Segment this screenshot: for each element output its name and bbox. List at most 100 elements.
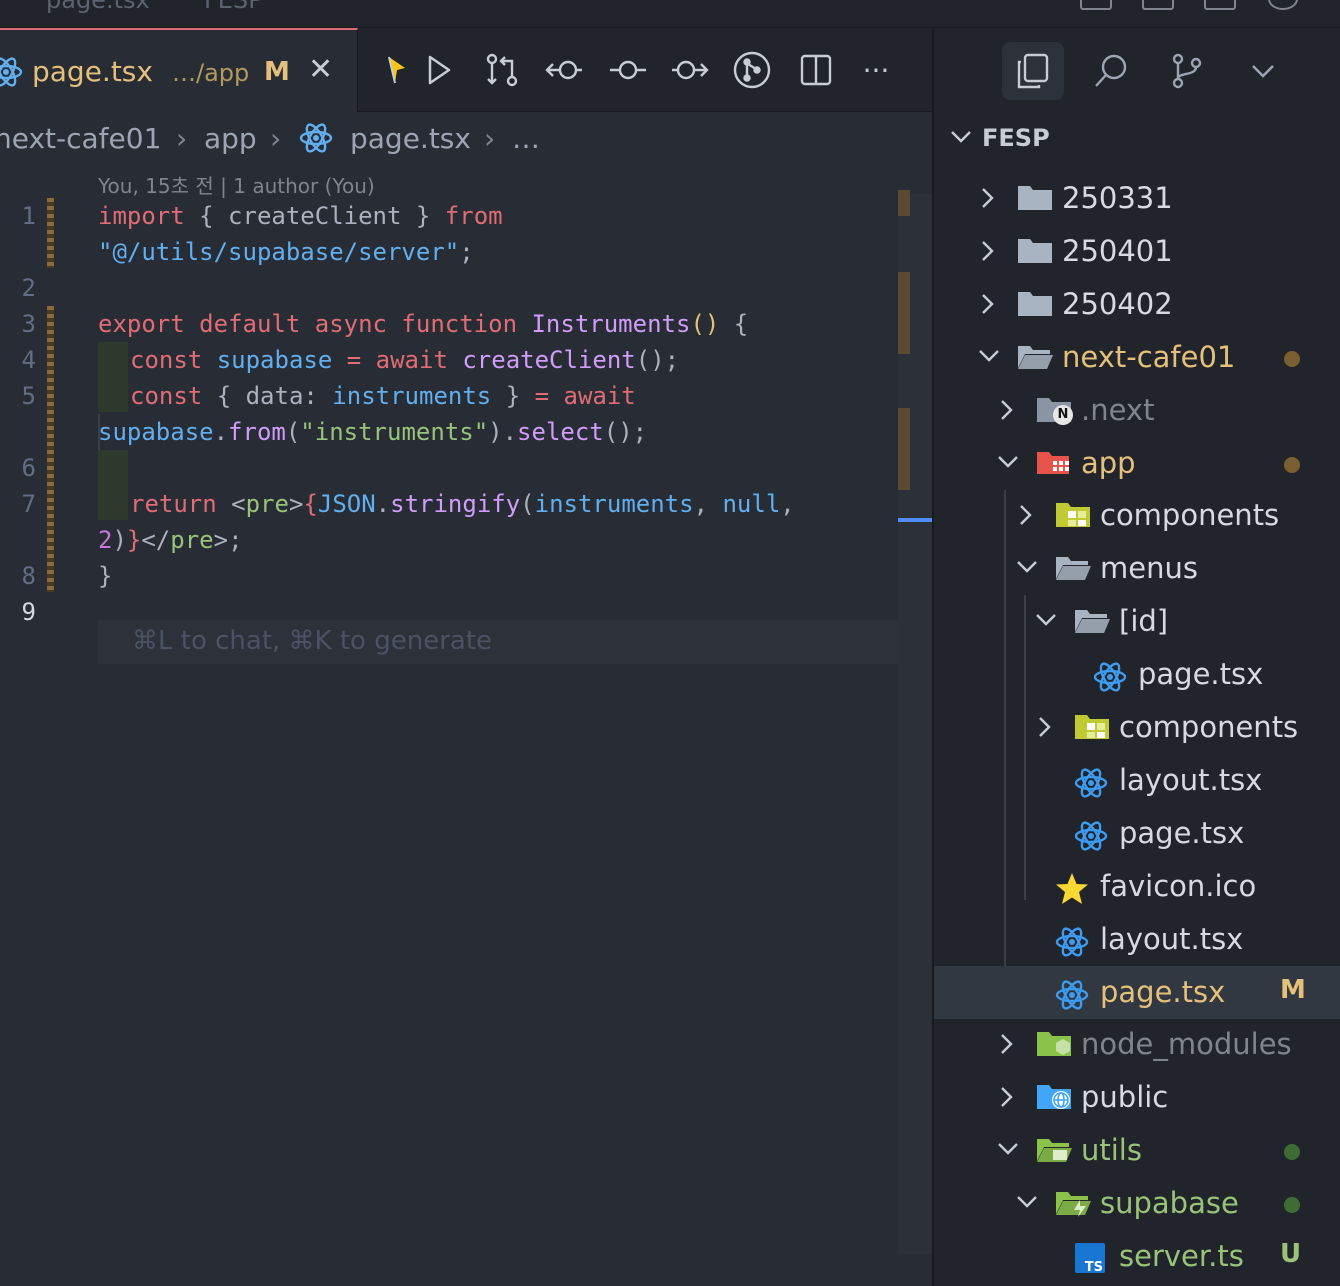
tree-item-label: utils	[1081, 1133, 1142, 1168]
tree-item[interactable]: page.tsx	[934, 648, 1340, 701]
tree-item-label: app	[1081, 445, 1136, 480]
breadcrumb-separator-icon: ›	[176, 122, 188, 155]
line-number: 7	[21, 490, 36, 518]
tree-item[interactable]: N .next	[934, 384, 1340, 437]
previous-change-icon[interactable]	[544, 50, 584, 90]
line-number: 1	[21, 202, 36, 230]
explorer-icon[interactable]	[1002, 42, 1064, 100]
tree-item[interactable]: favicon.ico	[934, 860, 1340, 913]
commit-icon[interactable]	[608, 50, 648, 90]
tree-item[interactable]: components	[934, 489, 1340, 542]
tree-item[interactable]: components	[934, 701, 1340, 754]
workspace-title: FESP	[982, 124, 1050, 152]
gutter-change-marker	[47, 198, 54, 268]
line-number: 5	[21, 382, 36, 410]
tree-item[interactable]: next-cafe01	[934, 331, 1340, 384]
tree-item-label: layout.tsx	[1100, 921, 1244, 956]
tree-item-label: .next	[1081, 392, 1155, 427]
chevron-right-icon	[995, 1031, 1019, 1061]
tree-item[interactable]: 250331	[934, 172, 1340, 225]
run-icon[interactable]	[418, 50, 458, 90]
line-number: 8	[21, 562, 36, 590]
tree-item[interactable]: supabase	[934, 1177, 1340, 1230]
chevron-down-icon	[976, 344, 1002, 372]
tree-item[interactable]: utils	[934, 1124, 1340, 1177]
chevron-right-icon	[995, 1084, 1019, 1114]
public-folder-icon	[1035, 1082, 1073, 1116]
utils-folder-icon	[1035, 1135, 1073, 1169]
breadcrumb-item-symbol[interactable]: …	[512, 122, 540, 155]
code-line: const supabase = await createClient();	[130, 346, 680, 374]
breadcrumb-item-folder[interactable]: app	[204, 122, 257, 155]
typescript-icon: TS	[1073, 1241, 1107, 1279]
toggle-panel-icon[interactable]	[1142, 0, 1174, 10]
chevron-right-icon	[995, 397, 1019, 427]
chevron-down-icon[interactable]	[1232, 42, 1294, 100]
tree-item[interactable]: app	[934, 437, 1340, 490]
chevron-down-icon	[995, 450, 1021, 478]
chevron-right-icon	[976, 238, 1000, 268]
overview-change-marker	[898, 408, 910, 490]
tree-item[interactable]: 250401	[934, 225, 1340, 278]
tree-item-label: node_modules	[1081, 1027, 1292, 1062]
tree-item-label: page.tsx	[1138, 657, 1264, 692]
supabase-folder-icon	[1054, 1188, 1092, 1222]
folder-icon	[1016, 342, 1054, 376]
tree-item[interactable]: page.tsx	[934, 807, 1340, 860]
toggle-primary-sidebar-icon[interactable]	[1080, 0, 1112, 10]
line-number: 4	[21, 346, 36, 374]
git-graph-icon[interactable]	[732, 50, 772, 90]
editor-tab-page-tsx[interactable]: page.tsx …/app M ✕	[0, 28, 358, 112]
breadcrumb-item-root[interactable]: next-cafe01	[0, 122, 161, 155]
tree-item[interactable]: 250402	[934, 278, 1340, 331]
tree-item-label: public	[1081, 1080, 1169, 1115]
chevron-right-icon	[976, 185, 1000, 215]
tree-item[interactable]: page.tsx M	[934, 965, 1340, 1019]
tree-item[interactable]: menus	[934, 542, 1340, 595]
inline-chat-hint[interactable]: ⌘L to chat, ⌘K to generate	[98, 620, 932, 664]
overview-cursor-marker	[898, 518, 932, 522]
tree-item[interactable]: layout.tsx	[934, 754, 1340, 807]
search-icon[interactable]	[1080, 42, 1142, 100]
tree-item[interactable]: TS server.ts U	[934, 1230, 1340, 1283]
react-icon	[1054, 977, 1090, 1017]
tree-item[interactable]: [id]	[934, 595, 1340, 648]
react-icon	[1054, 924, 1090, 964]
split-editor-icon[interactable]	[796, 50, 836, 90]
code-editor[interactable]: You, 15초 전 | 1 author (You) 1 2 3 4 5 6 …	[0, 166, 932, 1286]
code-line: export default async function Instrument…	[98, 310, 749, 338]
node-folder-icon	[1035, 1029, 1073, 1063]
git-status-dot	[1284, 1197, 1300, 1214]
folder-icon	[1054, 553, 1092, 587]
toggle-secondary-sidebar-icon[interactable]	[1204, 0, 1236, 10]
compare-changes-icon[interactable]	[482, 50, 522, 90]
tree-item-label: page.tsx	[1119, 815, 1245, 850]
tree-item-label: favicon.ico	[1100, 868, 1257, 903]
components-folder-icon	[1054, 500, 1092, 534]
explorer-section-header[interactable]: FESP	[934, 112, 1340, 166]
chevron-down-icon	[1033, 608, 1059, 636]
git-status-dot	[1284, 456, 1300, 473]
cursor-spark-icon[interactable]	[376, 50, 416, 90]
tab-close-button[interactable]: ✕	[308, 52, 333, 87]
line-number: 2	[21, 274, 36, 302]
next-change-icon[interactable]	[670, 50, 710, 90]
tree-item[interactable]: public	[934, 1071, 1340, 1124]
breadcrumb-separator-icon: ›	[484, 122, 496, 155]
window-title-workspace: FESP	[204, 0, 263, 14]
explorer-sidebar: FESP 250331 250401 250402 next-cafe01 N .next…	[932, 28, 1340, 1286]
breadcrumb-item-file[interactable]: page.tsx	[350, 122, 471, 155]
settings-gear-icon[interactable]	[1268, 0, 1298, 10]
code-line: }	[98, 562, 113, 590]
tree-item[interactable]: node_modules	[934, 1018, 1340, 1071]
star-icon	[1054, 871, 1090, 911]
chevron-down-icon	[995, 1137, 1021, 1165]
gutter-change-marker	[47, 306, 54, 592]
git-blame-annotation: You, 15초 전 | 1 author (You)	[98, 174, 375, 198]
source-control-icon[interactable]	[1156, 42, 1218, 100]
more-actions-icon[interactable]: ···	[856, 50, 896, 90]
chevron-down-icon	[948, 124, 974, 154]
tree-item[interactable]: layout.tsx	[934, 913, 1340, 966]
breadcrumb: next-cafe01 › app › page.tsx › …	[0, 112, 932, 166]
react-icon	[0, 54, 24, 94]
